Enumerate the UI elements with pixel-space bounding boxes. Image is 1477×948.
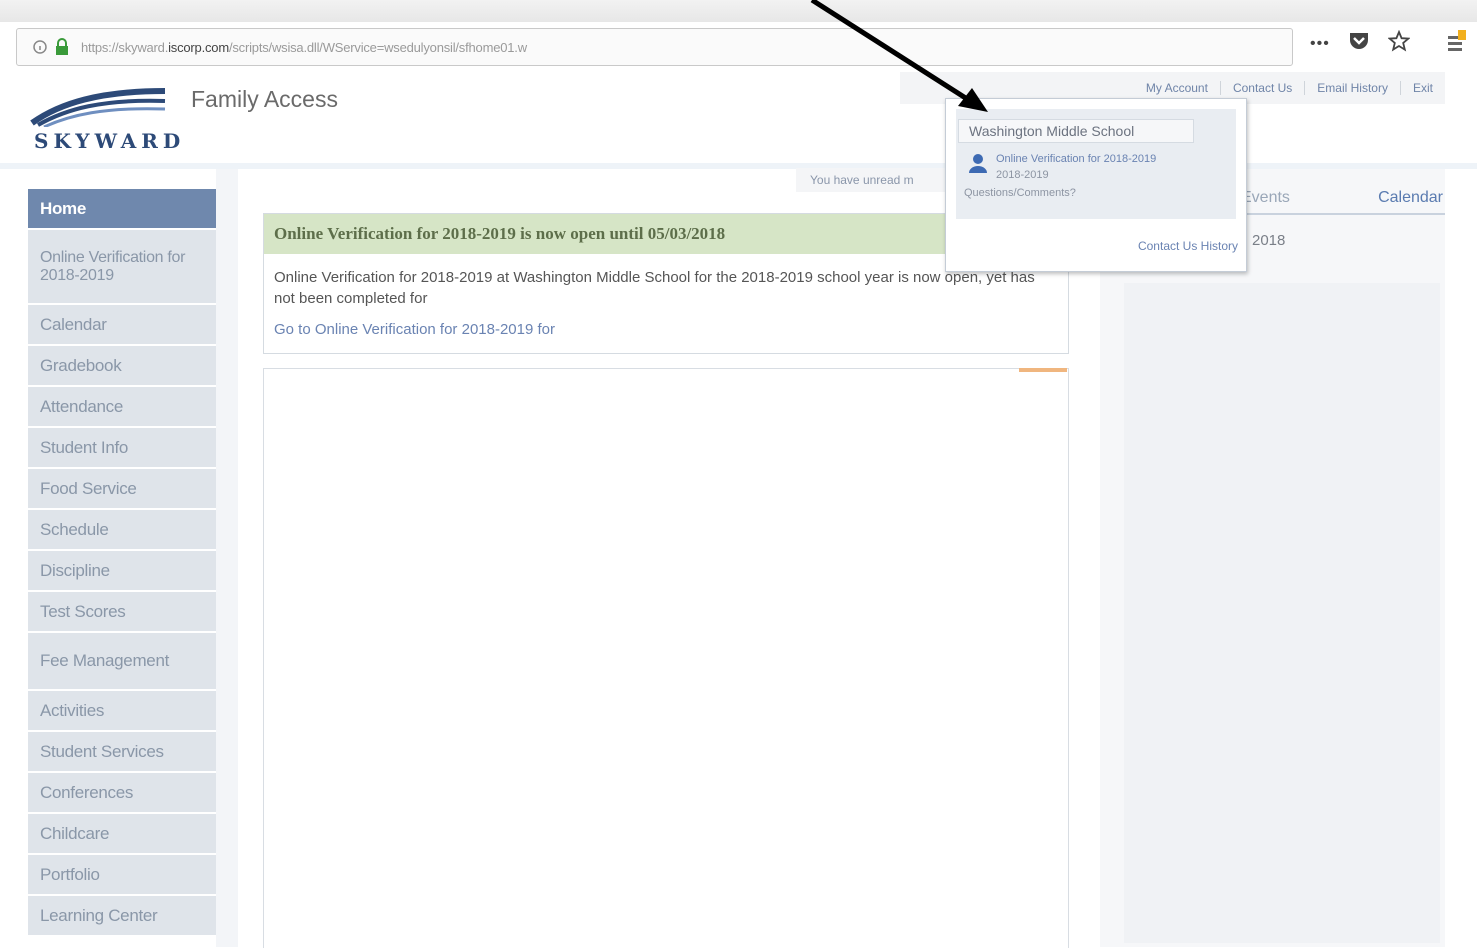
sidebar-item-test-scores[interactable]: Test Scores xyxy=(28,592,216,633)
contact-us-link[interactable]: Contact Us xyxy=(1219,81,1304,95)
sidebar-item-calendar[interactable]: Calendar xyxy=(28,305,216,346)
browser-tab-strip xyxy=(0,0,1477,22)
url-prefix: https://skyward. xyxy=(81,39,169,55)
event-date: 2018 xyxy=(1252,232,1286,249)
lock-icon xyxy=(51,36,73,58)
sidebar-item-fee-management[interactable]: Fee Management xyxy=(28,633,216,691)
tab-calendar[interactable]: Calendar xyxy=(1378,189,1443,207)
skyward-logo[interactable]: SKYWARD xyxy=(30,85,180,155)
sidebar-item-student-info[interactable]: Student Info xyxy=(28,428,216,469)
sidebar-item-discipline[interactable]: Discipline xyxy=(28,551,216,592)
menu-icon[interactable] xyxy=(1448,30,1468,58)
right-tabs: Events Calendar xyxy=(1235,183,1445,215)
pocket-icon[interactable] xyxy=(1348,31,1370,57)
sidebar-item-learning-center[interactable]: Learning Center xyxy=(28,896,216,937)
dropdown-entry-title[interactable]: Online Verification for 2018-2019 xyxy=(996,153,1156,165)
tab-events[interactable]: Events xyxy=(1241,189,1290,207)
questions-comments-link[interactable]: Questions/Comments? xyxy=(964,187,1076,199)
sidebar-item-activities[interactable]: Activities xyxy=(28,691,216,732)
url-domain: iscorp.com xyxy=(168,39,229,55)
contact-us-dropdown: Washington Middle School Online Verifica… xyxy=(945,98,1247,272)
dropdown-entry-year: 2018-2019 xyxy=(996,169,1049,181)
verification-message: Online Verification for 2018-2019 at Was… xyxy=(274,269,1035,307)
sidebar-item-schedule[interactable]: Schedule xyxy=(28,510,216,551)
sidebar-item-attendance[interactable]: Attendance xyxy=(28,387,216,428)
exit-link[interactable]: Exit xyxy=(1399,81,1445,95)
events-list xyxy=(1124,283,1440,943)
sidebar-item-childcare[interactable]: Childcare xyxy=(28,814,216,855)
sidebar-item-gradebook[interactable]: Gradebook xyxy=(28,346,216,387)
address-bar[interactable]: https://skyward.iscorp.com/scripts/wsisa… xyxy=(16,28,1293,66)
email-history-link[interactable]: Email History xyxy=(1304,81,1400,95)
sidebar-gutter xyxy=(216,169,238,947)
unread-messages-notice[interactable]: You have unread m xyxy=(796,168,946,192)
sidebar-item-food-service[interactable]: Food Service xyxy=(28,469,216,510)
site-info-icon[interactable] xyxy=(29,36,51,58)
sidebar-nav: Home Online Verification for 2018-2019 C… xyxy=(28,189,216,937)
sidebar-item-conferences[interactable]: Conferences xyxy=(28,773,216,814)
panel-accent xyxy=(1019,368,1067,372)
sidebar-item-online-verification[interactable]: Online Verification for 2018-2019 xyxy=(28,230,216,305)
bookmark-star-icon[interactable] xyxy=(1387,29,1411,58)
person-icon xyxy=(968,153,988,178)
dropdown-entry[interactable]: Online Verification for 2018-2019 2018-2… xyxy=(964,149,1234,207)
app-title: Family Access xyxy=(191,86,338,112)
url-path: /scripts/wsisa.dll/WService=wsedulyonsil… xyxy=(228,39,527,55)
go-to-verification-link[interactable]: Go to Online Verification for 2018-2019 … xyxy=(274,319,1058,340)
sidebar-item-portfolio[interactable]: Portfolio xyxy=(28,855,216,896)
contact-us-history-link[interactable]: Contact Us History xyxy=(1138,239,1238,253)
dropdown-school-name: Washington Middle School xyxy=(958,119,1194,143)
message-panel xyxy=(263,368,1069,948)
logo-text: SKYWARD xyxy=(34,129,186,153)
url-text[interactable]: https://skyward.iscorp.com/scripts/wsisa… xyxy=(81,40,527,55)
my-account-link[interactable]: My Account xyxy=(1134,81,1220,95)
page-actions-icon[interactable]: ••• xyxy=(1310,35,1330,53)
sidebar-item-student-services[interactable]: Student Services xyxy=(28,732,216,773)
sidebar-item-home[interactable]: Home xyxy=(28,189,216,230)
